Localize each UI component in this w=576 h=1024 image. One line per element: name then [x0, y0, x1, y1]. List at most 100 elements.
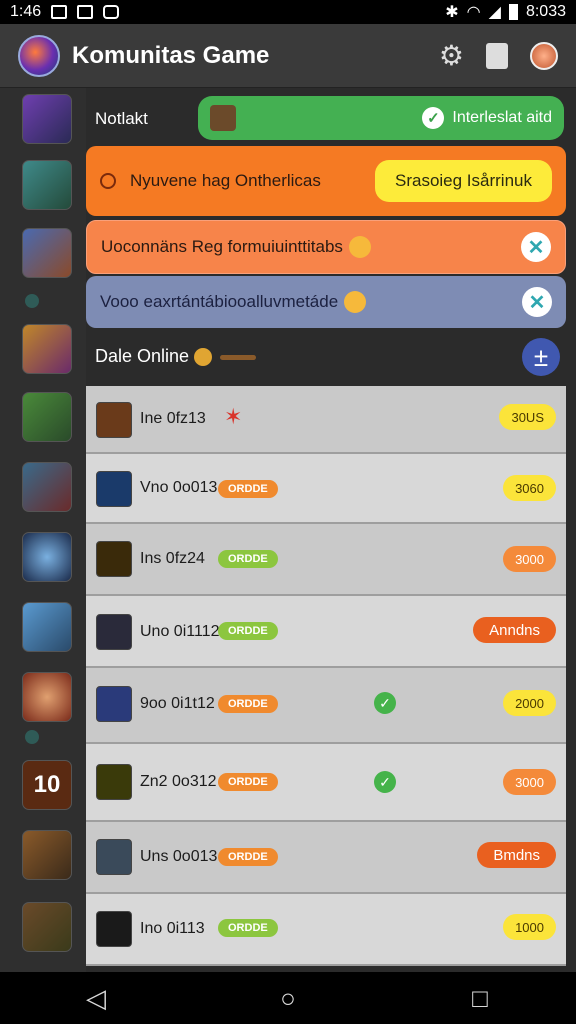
emoji-icon: [194, 348, 212, 366]
status-tag: ORDDE: [218, 480, 278, 498]
list-item[interactable]: Uno 0i1112 ORDDE Anndns: [86, 596, 566, 668]
game-badge-number: 10: [33, 771, 61, 798]
game-icon: [96, 471, 132, 507]
online-section-title: Dale Online: [95, 346, 190, 366]
status-badge: 1000: [503, 914, 556, 940]
game-thumb-6[interactable]: [22, 462, 72, 512]
app-notification-icon: [103, 5, 120, 19]
banner-text: Uoconnäns Reg formuiuinttitabs: [101, 237, 343, 256]
notification-banner-2: Uoconnäns Reg formuiuinttitabs ✕: [86, 220, 566, 274]
banner-action-button[interactable]: Srasoieg Isårrinuk: [374, 160, 552, 202]
check-icon: ✓: [374, 692, 396, 714]
notification-pill[interactable]: ✓ Interleslat aitd: [198, 96, 564, 140]
app-title: Komunitas Game: [72, 41, 270, 69]
game-thumb-8[interactable]: [22, 602, 72, 652]
recents-icon[interactable]: □: [450, 983, 510, 1014]
settings-gear-icon[interactable]: ⚙: [439, 39, 464, 72]
status-badge: 30US: [499, 404, 556, 430]
document-icon[interactable]: [486, 42, 508, 69]
back-icon[interactable]: ◁: [66, 983, 126, 1014]
status-badge: 3000: [503, 769, 556, 795]
game-icon: [96, 402, 132, 438]
signal-icon: ◢: [488, 4, 501, 21]
app-logo: [18, 34, 60, 77]
game-icon: [210, 105, 236, 131]
notification-row: Notlakt ✓ Interleslat aitd: [86, 96, 566, 142]
game-thumb-4[interactable]: [22, 324, 72, 374]
list-item[interactable]: Uns 0o013 ORDDE Bmdns: [86, 822, 566, 894]
status-clock: 8:033: [525, 3, 566, 20]
game-icon: [96, 541, 132, 577]
game-icon: [96, 614, 132, 650]
game-icon: [96, 839, 132, 875]
system-nav-bar: ◁ ○ □: [0, 972, 576, 1024]
game-thumb-11[interactable]: [22, 830, 72, 880]
game-thumb-3[interactable]: [22, 228, 72, 278]
game-icon: [96, 911, 132, 947]
star-icon: ✶: [224, 404, 243, 429]
list-item[interactable]: Vno 0o013 ORDDE 3060: [86, 454, 566, 524]
status-tag: ORDDE: [218, 919, 278, 937]
notification-label: Notlakt: [95, 109, 148, 128]
game-thumb-7[interactable]: [22, 532, 72, 582]
banner-text: Nyuvene hag Ontherlicas: [130, 171, 321, 190]
status-tag: ORDDE: [218, 550, 278, 568]
status-badge: 3000: [503, 546, 556, 572]
bluetooth-icon: ✱: [445, 4, 459, 21]
status-tag: ORDDE: [218, 695, 278, 713]
online-dot: [25, 294, 39, 308]
item-name: Uns 0o013: [140, 848, 218, 865]
status-tag: ORDDE: [218, 622, 278, 640]
game-thumb-12[interactable]: [22, 902, 72, 952]
item-name: Vno 0o013: [140, 479, 218, 496]
gallery-icon: [51, 5, 68, 19]
online-dot: [25, 730, 39, 744]
list-item[interactable]: 9oo 0i1t12 ORDDE ✓ 2000: [86, 668, 566, 744]
list-item[interactable]: Zn2 0o312 ORDDE ✓ 3000: [86, 744, 566, 822]
status-badge: Anndns: [473, 617, 556, 643]
game-thumb-10[interactable]: 10: [22, 760, 72, 810]
emoji-icon: [344, 291, 367, 313]
game-icon: [96, 686, 132, 722]
game-sidebar: 10: [0, 88, 86, 972]
notification-status: Interleslat aitd: [452, 109, 552, 126]
dismiss-close-icon[interactable]: ✕: [521, 232, 551, 262]
search-icon: [100, 173, 116, 189]
home-icon[interactable]: ○: [258, 983, 318, 1014]
app-bar: Komunitas Game ⚙: [0, 24, 576, 88]
item-name: Ins 0fz24: [140, 550, 205, 567]
user-avatar[interactable]: [530, 41, 558, 70]
list-item[interactable]: Ins 0fz24 ORDDE 3000: [86, 524, 566, 596]
add-friend-button[interactable]: ±: [522, 338, 560, 376]
game-icon: [96, 764, 132, 800]
item-name: Uno 0i1112: [140, 623, 220, 640]
notification-icon: [77, 5, 94, 19]
wifi-icon: ◠: [466, 4, 481, 21]
weapon-icon: [220, 355, 256, 360]
emoji-icon: [348, 236, 371, 258]
status-tag: ORDDE: [218, 773, 278, 791]
game-thumb-1[interactable]: [22, 94, 72, 144]
game-thumb-5[interactable]: [22, 392, 72, 442]
online-header: Dale Online ±: [86, 336, 566, 376]
dismiss-close-icon[interactable]: ✕: [522, 287, 552, 317]
notification-banner-1: Nyuvene hag Ontherlicas Srasoieg Isårrin…: [86, 146, 566, 216]
status-badge: 2000: [503, 690, 556, 716]
check-icon: ✓: [374, 771, 396, 793]
game-thumb-2[interactable]: [22, 160, 72, 210]
item-name: Zn2 0o312: [140, 773, 217, 790]
status-time: 1:46: [10, 3, 42, 20]
banner-text: Vooo eaxrtántábiooalluvmetáde: [100, 292, 339, 311]
game-thumb-9[interactable]: [22, 672, 72, 722]
list-item[interactable]: Ine 0fz13 ✶ 30US: [86, 386, 566, 454]
status-badge: Bmdns: [477, 842, 556, 868]
notification-banner-3: Vooo eaxrtántábiooalluvmetáde ✕: [86, 276, 566, 328]
item-name: 9oo 0i1t12: [140, 695, 215, 712]
list-item[interactable]: Ino 0i113 ORDDE 1000: [86, 894, 566, 966]
status-badge: 3060: [503, 475, 556, 501]
item-name: Ino 0i113: [140, 920, 205, 937]
battery-icon: [508, 4, 518, 20]
item-name: Ine 0fz13: [140, 410, 206, 427]
check-icon: ✓: [422, 107, 445, 129]
status-bar: 1:46 ✱ ◠ ◢ 8:033: [0, 0, 576, 24]
